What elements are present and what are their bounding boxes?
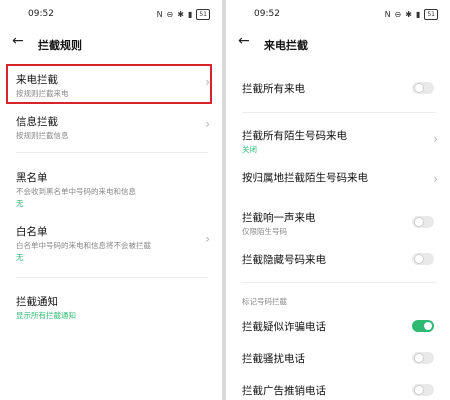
battery-icon: 51 [196, 9, 210, 20]
chevron-right-icon: › [205, 75, 210, 89]
item-label: 拦截所有陌生号码来电 [242, 130, 347, 142]
item-label: 白名单 [16, 226, 48, 238]
list-item-block-by-location[interactable]: 按归属地拦截陌生号码来电 › [226, 166, 450, 196]
item-subtitle: 不会收到黑名单中号码的来电和信息 [16, 187, 136, 196]
item-subtitle: 按规则拦截信息 [16, 131, 69, 140]
item-label: 拦截骚扰电话 [242, 353, 305, 365]
back-arrow-icon[interactable]: ← [12, 33, 24, 49]
toggle-block-one-ring[interactable] [412, 216, 434, 228]
page-title: 拦截规则 [38, 39, 82, 52]
nfc-icon: N [156, 10, 163, 19]
divider [16, 152, 208, 153]
item-label: 拦截隐藏号码来电 [242, 254, 326, 266]
item-subtitle: 显示所有拦截通知 [16, 311, 76, 320]
divider [242, 282, 436, 283]
toggle-knob [415, 84, 423, 92]
status-bar: 09:52 N ⊖ ✱ ▮ 51 [226, 0, 450, 28]
list-item-block-unknown-calls[interactable]: 拦截所有陌生号码来电 关闭 › [226, 124, 450, 158]
toggle-block-fraud[interactable] [412, 320, 434, 332]
header: ← 拦截规则 [0, 30, 222, 60]
nfc-icon: N [384, 10, 391, 19]
chevron-right-icon: › [433, 172, 438, 186]
toggle-knob [415, 218, 423, 226]
battery-icon: 51 [424, 9, 438, 20]
item-label: 信息拦截 [16, 116, 58, 128]
toggle-block-harassment[interactable] [412, 352, 434, 364]
divider [242, 112, 436, 113]
back-arrow-icon[interactable]: ← [238, 33, 250, 49]
item-label: 拦截响一声来电 [242, 212, 316, 224]
toggle-knob [415, 354, 423, 362]
right-screen: 09:52 N ⊖ ✱ ▮ 51 ← 来电拦截 拦截所有来电 拦截所有陌生号码来… [226, 0, 450, 400]
item-label: 拦截广告推销电话 [242, 385, 326, 397]
toggle-block-all-calls[interactable] [412, 82, 434, 94]
chevron-right-icon: › [433, 132, 438, 146]
list-item-call-blocking[interactable]: 来电拦截 按规则拦截来电 › [0, 66, 222, 104]
status-bar: 09:52 N ⊖ ✱ ▮ 51 [0, 0, 222, 28]
toggle-block-hidden-number[interactable] [412, 253, 434, 265]
item-subtitle: 仅限陌生号码 [242, 227, 287, 236]
item-label: 拦截所有来电 [242, 83, 305, 95]
status-time: 09:52 [254, 9, 280, 19]
page-title: 来电拦截 [264, 39, 308, 52]
toggle-knob [424, 322, 432, 330]
status-icons: N ⊖ ✱ ▮ 51 [385, 9, 438, 20]
item-subtitle: 按规则拦截来电 [16, 89, 69, 98]
list-item-block-ads: 拦截广告推销电话 [226, 380, 450, 400]
list-item-block-one-ring: 拦截响一声来电 仅限陌生号码 [226, 206, 450, 238]
toggle-knob [415, 255, 423, 263]
status-time: 09:52 [28, 9, 54, 19]
list-item-block-harassment: 拦截骚扰电话 [226, 348, 450, 368]
signal-icon: ▮ [187, 10, 193, 19]
item-value: 无 [16, 253, 24, 262]
signal-icon: ▮ [415, 10, 421, 19]
item-label: 拦截通知 [16, 296, 58, 308]
bluetooth-icon: ✱ [405, 10, 412, 19]
item-label: 黑名单 [16, 172, 48, 184]
chevron-right-icon: › [205, 232, 210, 246]
item-label: 拦截疑似诈骗电话 [242, 321, 326, 333]
divider [16, 277, 208, 278]
mute-icon: ⊖ [394, 10, 402, 19]
toggle-knob [415, 386, 423, 394]
bluetooth-icon: ✱ [177, 10, 184, 19]
mute-icon: ⊖ [166, 10, 174, 19]
list-item-message-blocking[interactable]: 信息拦截 按规则拦截信息 › [0, 108, 222, 146]
status-icons: N ⊖ ✱ ▮ 51 [157, 9, 210, 20]
toggle-block-ads[interactable] [412, 384, 434, 396]
list-item-block-hidden-number: 拦截隐藏号码来电 [226, 249, 450, 269]
item-subtitle: 白名单中号码的来电和信息将不会被拦截 [16, 241, 151, 250]
chevron-right-icon: › [205, 117, 210, 131]
header: ← 来电拦截 [226, 30, 450, 60]
list-item-whitelist[interactable]: 白名单 白名单中号码的来电和信息将不会被拦截 无 › [0, 218, 222, 266]
item-label: 按归属地拦截陌生号码来电 [242, 172, 368, 184]
item-value: 无 [16, 199, 24, 208]
list-item-block-all-calls: 拦截所有来电 [226, 78, 450, 98]
section-label: 标记号码拦截 [242, 297, 287, 306]
list-item-blacklist[interactable]: 黑名单 不会收到黑名单中号码的来电和信息 无 [0, 164, 222, 212]
list-item-block-fraud: 拦截疑似诈骗电话 [226, 316, 450, 336]
item-subtitle: 关闭 [242, 145, 257, 154]
item-label: 来电拦截 [16, 74, 58, 86]
list-item-block-notification[interactable]: 拦截通知 显示所有拦截通知 [0, 288, 222, 326]
left-screen: 09:52 N ⊖ ✱ ▮ 51 ← 拦截规则 来电拦截 按规则拦截来电 › 信… [0, 0, 222, 400]
